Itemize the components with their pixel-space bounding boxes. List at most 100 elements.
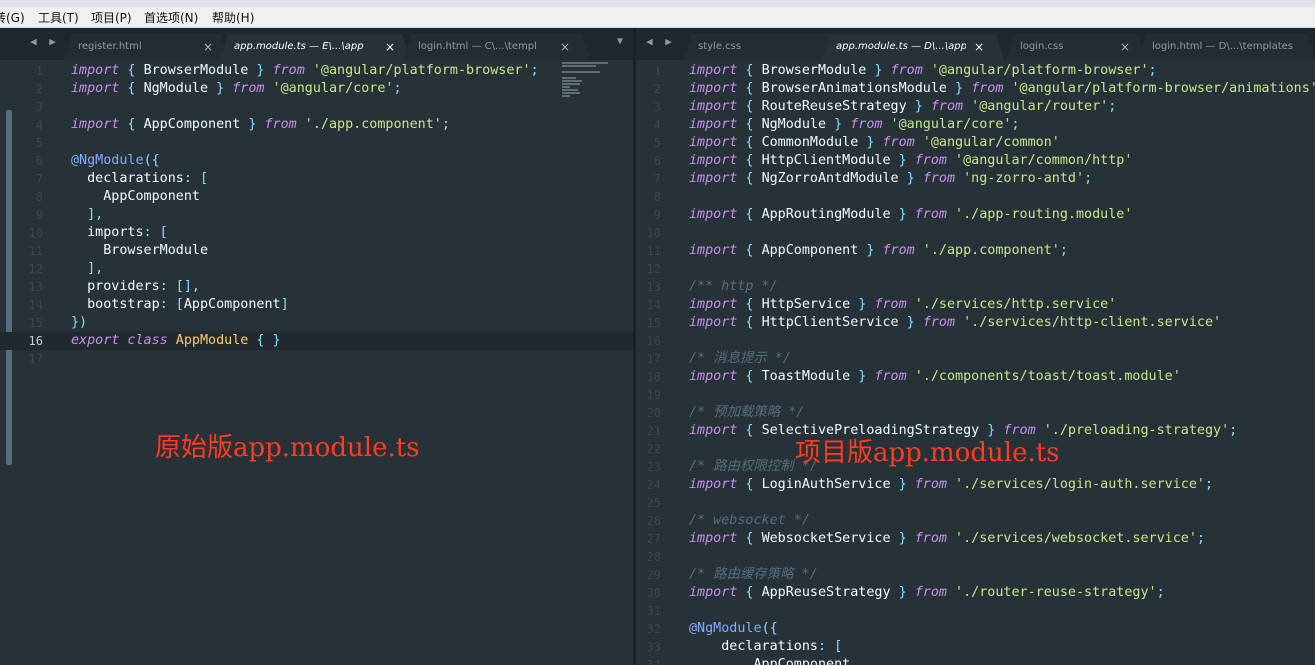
code-token: '@angular/platform-browser': [304, 63, 531, 78]
tab-nav-arrows[interactable]: ◀ ▶: [30, 35, 59, 48]
code-line[interactable]: 27 import { WebsocketService } from './se…: [636, 530, 1315, 548]
code-line[interactable]: 34 AppComponent: [636, 656, 1315, 665]
line-number: 11: [646, 244, 661, 258]
code-token: from: [890, 63, 923, 78]
code-line[interactable]: 8 AppComponent: [0, 188, 633, 206]
menu-project[interactable]: 项目(P): [91, 9, 132, 26]
line-number: 7: [35, 172, 43, 186]
code-line[interactable]: 10 imports: [: [0, 224, 633, 242]
tab-login-css[interactable]: login.css ×: [1006, 34, 1146, 60]
code-token: BrowserModule: [71, 243, 209, 258]
line-number: 1: [35, 64, 43, 78]
code-line[interactable]: 10: [636, 224, 1315, 242]
code-line[interactable]: 2 import { NgModule } from '@angular/core…: [0, 80, 633, 98]
code-token: {: [737, 171, 762, 186]
code-line[interactable]: 14 import { HttpService } from './service…: [636, 296, 1315, 314]
code-line[interactable]: 6 import { HttpClientModule } from '@angu…: [636, 152, 1315, 170]
code-line[interactable]: 24 import { LoginAuthService } from './se…: [636, 476, 1315, 494]
code-token: ;: [1229, 423, 1238, 438]
code-line[interactable]: 11 BrowserModule: [0, 242, 633, 260]
code-line[interactable]: 4 import { AppComponent } from './app.com…: [0, 116, 633, 134]
code-line[interactable]: 20 /* 预加载策略 */: [636, 404, 1315, 422]
tab-login-html[interactable]: login.html — C\...\templ ×: [404, 34, 590, 60]
close-icon[interactable]: ×: [974, 34, 984, 60]
code-text: /** http */: [689, 278, 778, 296]
code-text: /* 预加载策略 */: [689, 404, 804, 422]
code-line[interactable]: 17: [0, 350, 633, 368]
code-token: NgZorroAntdModule: [761, 171, 899, 186]
code-token: }: [858, 135, 883, 150]
tab-app-module-ts[interactable]: app.module.ts — D\...\app ×: [822, 34, 1004, 60]
line-number: 3: [35, 100, 43, 114]
code-line[interactable]: 5: [0, 134, 633, 152]
code-token: }: [890, 207, 915, 222]
code-line[interactable]: 12 ],: [0, 260, 633, 278]
code-line[interactable]: 19: [636, 386, 1315, 404]
menu-preferences[interactable]: 首选项(N): [144, 9, 198, 26]
code-line[interactable]: 25: [636, 494, 1315, 512]
code-token: {: [737, 153, 762, 168]
code-line[interactable]: 16: [636, 332, 1315, 350]
code-line[interactable]: 3 import { RouteReuseStrategy } from '@an…: [636, 98, 1315, 116]
menu-help[interactable]: 帮助(H): [212, 9, 254, 26]
code-line[interactable]: 18 import { ToastModule } from './compone…: [636, 368, 1315, 386]
code-line[interactable]: 9 ],: [0, 206, 633, 224]
code-line[interactable]: 31: [636, 602, 1315, 620]
code-token: {: [119, 81, 144, 96]
code-token: }: [890, 477, 915, 492]
code-line[interactable]: 8: [636, 188, 1315, 206]
code-line[interactable]: 33 declarations: [: [636, 638, 1315, 656]
close-icon[interactable]: ×: [385, 34, 395, 60]
menu-tools[interactable]: 工具(T): [38, 9, 79, 26]
code-line[interactable]: 6 @NgModule({: [0, 152, 633, 170]
code-token: {: [737, 369, 762, 384]
tab-app-module-ts[interactable]: app.module.ts — E\...\app ×: [220, 34, 410, 60]
line-number: 27: [646, 532, 661, 546]
code-line[interactable]: 1 import { BrowserModule } from '@angular…: [636, 62, 1315, 80]
code-line[interactable]: 15 import { HttpClientService } from './s…: [636, 314, 1315, 332]
code-line[interactable]: 3: [0, 98, 633, 116]
code-line[interactable]: 28: [636, 548, 1315, 566]
code-line[interactable]: 30 import { AppReuseStrategy } from './ro…: [636, 584, 1315, 602]
tab-register-html[interactable]: register.html ×: [64, 34, 228, 60]
code-token: import: [689, 99, 738, 114]
code-token: /** http */: [689, 279, 778, 294]
close-icon[interactable]: ×: [560, 34, 570, 60]
close-icon[interactable]: ×: [1120, 34, 1130, 60]
code-line[interactable]: 26 /* websocket */: [636, 512, 1315, 530]
line-number: 18: [646, 370, 661, 384]
window-title-bar: [0, 0, 1315, 7]
code-line[interactable]: 1 import { BrowserModule } from '@angular…: [0, 62, 633, 80]
code-line[interactable]: 5 import { CommonModule } from '@angular/…: [636, 134, 1315, 152]
tab-label: app.module.ts — D\...\app: [836, 41, 966, 52]
code-token: }: [898, 315, 923, 330]
code-line[interactable]: 4 import { NgModule } from '@angular/core…: [636, 116, 1315, 134]
code-token: /* 预加载策略 */: [689, 405, 805, 420]
code-line[interactable]: 2 import { BrowserAnimationsModule } from…: [636, 80, 1315, 98]
code-text: @NgModule({: [71, 152, 160, 170]
code-line[interactable]: 29 /* 路由缓存策略 */: [636, 566, 1315, 584]
tab-nav-arrows[interactable]: ◀ ▶: [646, 35, 675, 48]
close-icon[interactable]: ×: [203, 34, 213, 60]
code-line[interactable]: 11 import { AppComponent } from './app.co…: [636, 242, 1315, 260]
code-line[interactable]: 13 /** http */: [636, 278, 1315, 296]
code-line[interactable]: 16 export class AppModule { }: [0, 332, 633, 350]
code-token: from: [930, 99, 964, 114]
code-line[interactable]: 7 declarations: [: [0, 170, 633, 188]
code-line[interactable]: 32 @NgModule({: [636, 620, 1315, 638]
code-line[interactable]: 15}): [0, 314, 633, 332]
code-line[interactable]: 17 /* 消息提示 */: [636, 350, 1315, 368]
tab-login-html[interactable]: login.html — D\...\templates: [1138, 34, 1315, 60]
code-token: export class: [71, 333, 168, 348]
code-line[interactable]: 9 import { AppRoutingModule } from './app…: [636, 206, 1315, 224]
code-token: import: [689, 135, 738, 150]
code-line[interactable]: 13 providers: [],: [0, 278, 633, 296]
code-line[interactable]: 7 import { NgZorroAntdModule } from 'ng-z…: [636, 170, 1315, 188]
code-line[interactable]: 12: [636, 260, 1315, 278]
annotation-project: 项目版app.module.ts: [795, 438, 1060, 468]
tab-dropdown-icon[interactable]: ▼: [617, 36, 623, 47]
code-token: { }: [248, 333, 281, 348]
menu-goto[interactable]: 转(G): [0, 9, 25, 26]
code-text: import { NgModule } from '@angular/core'…: [689, 116, 1020, 134]
code-line[interactable]: 14 bootstrap: [AppComponent]: [0, 296, 633, 314]
